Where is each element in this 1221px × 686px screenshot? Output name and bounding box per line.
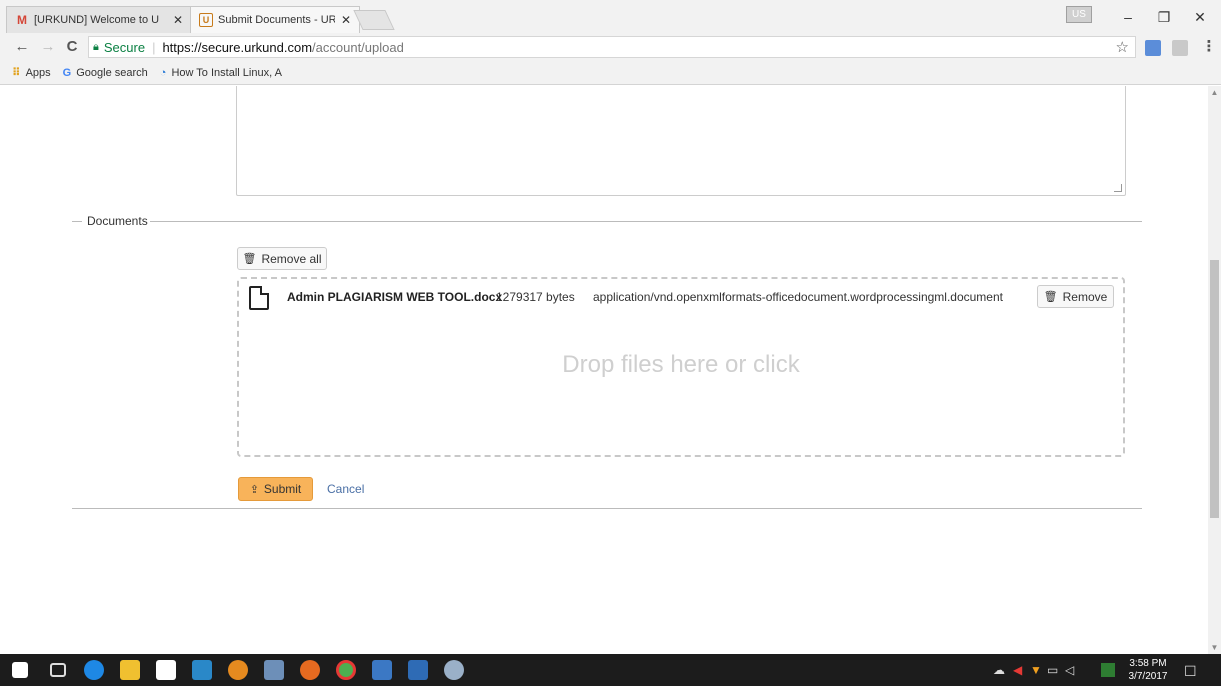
restore-icon[interactable]: ❐ [1146, 6, 1182, 28]
gmail-icon: M [17, 13, 27, 27]
browser-titlebar: M [URKUND] Welcome to U ✕ U Submit Docum… [0, 0, 1221, 33]
file-name: Admin PLAGIARISM WEB TOOL.docx [287, 290, 503, 304]
submit-button[interactable]: ⇪ Submit [238, 477, 313, 501]
action-center-icon[interactable]: ☐ [1184, 663, 1197, 680]
arrow-left-icon[interactable]: ◀ [1013, 663, 1022, 677]
word-icon[interactable] [408, 660, 428, 680]
chrome-icon[interactable] [336, 660, 356, 680]
bookmark-apps[interactable]: ⠿ Apps [12, 66, 51, 80]
app-orange-circle-icon[interactable] [228, 660, 248, 680]
close-window-icon[interactable]: ✕ [1182, 6, 1218, 28]
extension-puzzle-icon[interactable] [1145, 40, 1161, 56]
apps-grid-icon: ⠿ [12, 67, 21, 79]
vlc-icon[interactable]: ▼ [1030, 663, 1042, 677]
reload-icon[interactable]: C [62, 37, 82, 57]
close-tab-icon[interactable]: ✕ [173, 13, 183, 27]
forward-arrow-icon[interactable]: → [38, 37, 58, 57]
edge-browser-icon[interactable] [84, 660, 104, 680]
fieldset-border [72, 221, 82, 222]
message-textarea[interactable] [236, 86, 1126, 196]
file-mime-type: application/vnd.openxmlformats-officedoc… [593, 290, 1003, 304]
remove-file-button[interactable]: 🗑︎ Remove [1037, 285, 1114, 308]
file-dropzone[interactable]: Admin PLAGIARISM WEB TOOL.docx 1279317 b… [237, 277, 1125, 457]
fieldset-border [150, 221, 1142, 222]
address-bar[interactable]: 🔒︎ Secure | https://secure.urkund.com /a… [88, 36, 1136, 58]
page-scrollbar[interactable]: ▲ ▼ [1208, 86, 1221, 654]
scroll-down-icon[interactable]: ▼ [1208, 641, 1221, 654]
clock-date: 3/7/2017 [1128, 671, 1168, 682]
postgres-elephant-icon[interactable] [264, 660, 284, 680]
store-icon[interactable] [156, 660, 176, 680]
minimize-icon[interactable]: – [1110, 6, 1146, 28]
tab-urkund-welcome[interactable]: M [URKUND] Welcome to U ✕ [6, 6, 192, 33]
scroll-up-icon[interactable]: ▲ [1208, 86, 1221, 99]
trash-icon: 🗑︎ [242, 253, 257, 265]
form-divider [72, 508, 1142, 509]
extension-pdf-icon[interactable] [1172, 40, 1188, 56]
address-separator: | [152, 39, 156, 55]
documents-legend: Documents [87, 214, 148, 228]
resize-handle-icon[interactable] [1114, 184, 1122, 192]
bookmark-star-icon[interactable]: ☆ [1116, 38, 1129, 56]
windows-start-icon[interactable] [12, 662, 28, 678]
user-profile-chip[interactable]: US [1066, 6, 1092, 23]
menu-kebab-icon[interactable]: ⋮ [1199, 37, 1219, 57]
clock-time: 3:58 PM [1129, 658, 1167, 669]
google-icon: G [62, 66, 72, 79]
scrollbar-thumb[interactable] [1210, 260, 1219, 518]
notepad-icon[interactable] [372, 660, 392, 680]
paint-icon[interactable] [444, 660, 464, 680]
tab-submit-documents[interactable]: U Submit Documents - UR ✕ [190, 6, 360, 33]
upload-icon: ⇪ [249, 483, 259, 496]
page-content: Documents 🗑︎ Remove all Admin PLAGIARISM… [0, 86, 1208, 654]
url-host: https://secure.urkund.com [162, 39, 313, 55]
file-size: 1279317 bytes [496, 290, 575, 304]
back-arrow-icon[interactable]: ← [12, 37, 32, 57]
windows-taskbar: ☁ ◀ ▼ ▭ ◁ 3:58 PM 3/7/2017 ☐ [0, 654, 1221, 686]
lock-icon: 🔒︎ [93, 40, 99, 53]
cancel-link[interactable]: Cancel [327, 482, 364, 496]
bookmark-install-linux[interactable]: ◔ How To Install Linux, A [160, 67, 282, 79]
file-explorer-icon[interactable] [120, 660, 140, 680]
network-icon[interactable]: ▭ [1047, 663, 1058, 677]
bookmarks-bar: ⠿ Apps G Google search ◔ How To Install … [0, 61, 1221, 85]
firefox-icon[interactable] [300, 660, 320, 680]
browser-toolbar: ← → C 🔒︎ Secure | https://secure.urkund.… [0, 33, 1221, 61]
system-clock[interactable]: 3:58 PM 3/7/2017 [1128, 657, 1168, 683]
volume-icon[interactable]: ◁ [1065, 663, 1074, 677]
bookmark-google-search[interactable]: G Google search [63, 67, 148, 79]
close-tab-icon[interactable]: ✕ [341, 13, 351, 27]
cloud-icon[interactable]: ☁ [993, 663, 1005, 677]
task-view-icon[interactable] [50, 663, 66, 677]
document-file-icon [249, 286, 269, 310]
remove-all-button[interactable]: 🗑︎ Remove all [237, 247, 327, 270]
linux-site-icon: ◔ [159, 66, 167, 79]
dropzone-placeholder: Drop files here or click [562, 351, 800, 378]
trash-icon: 🗑︎ [1043, 291, 1058, 303]
urkund-icon: U [199, 13, 213, 27]
url-path: /account/upload [312, 39, 404, 55]
media-player-icon[interactable] [192, 660, 212, 680]
app-tray-icon[interactable] [1101, 663, 1115, 677]
